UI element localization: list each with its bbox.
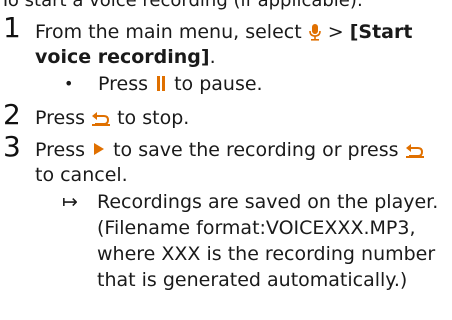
result-line-3: where XXX is the recording number [97, 243, 436, 265]
sub-text-post: to pause. [174, 73, 263, 95]
step-3-line-1: Press to save the recording or press [35, 138, 425, 165]
menu-option-voice-recording: voice recording] [35, 46, 210, 68]
bullet-marker: • [64, 74, 74, 93]
play-icon [94, 143, 105, 155]
back-arrow-icon [91, 109, 111, 133]
step-2-line: Press to stop. [35, 106, 189, 133]
menu-option-start: [Start [349, 21, 413, 43]
step-1-text: From the main menu, select [35, 21, 302, 43]
intro-text: To start a voice recording (if applicabl… [0, 0, 363, 11]
step-2-pre: Press [35, 107, 86, 129]
result-line-1: Recordings are saved on the player. [97, 191, 439, 213]
sub-text-pre: Press [98, 73, 149, 95]
step-number-1: 1 [3, 11, 21, 44]
result-line-4: that is generated automatically.) [97, 269, 408, 291]
menu-separator: > [327, 21, 344, 43]
step-3-mid: to save the recording or press [113, 139, 399, 161]
microphone-icon [308, 23, 322, 47]
step-1-line-2: voice recording]. [35, 45, 216, 69]
step-2-post: to stop. [117, 107, 190, 129]
step-1-line-1: From the main menu, select > [Start [35, 20, 412, 47]
pause-icon [156, 76, 166, 91]
step-number-3: 3 [3, 130, 21, 163]
step-1-sub-line: Press to pause. [98, 72, 263, 96]
step-1-period: . [209, 46, 216, 68]
back-arrow-icon [405, 141, 425, 165]
step-number-2: 2 [3, 98, 21, 131]
result-arrow: ↦ [62, 191, 78, 213]
step-3-pre: Press [35, 139, 86, 161]
step-3-line-2: to cancel. [35, 164, 128, 186]
result-line-2: (Filename format:VOICEXXX.MP3, [97, 217, 416, 239]
